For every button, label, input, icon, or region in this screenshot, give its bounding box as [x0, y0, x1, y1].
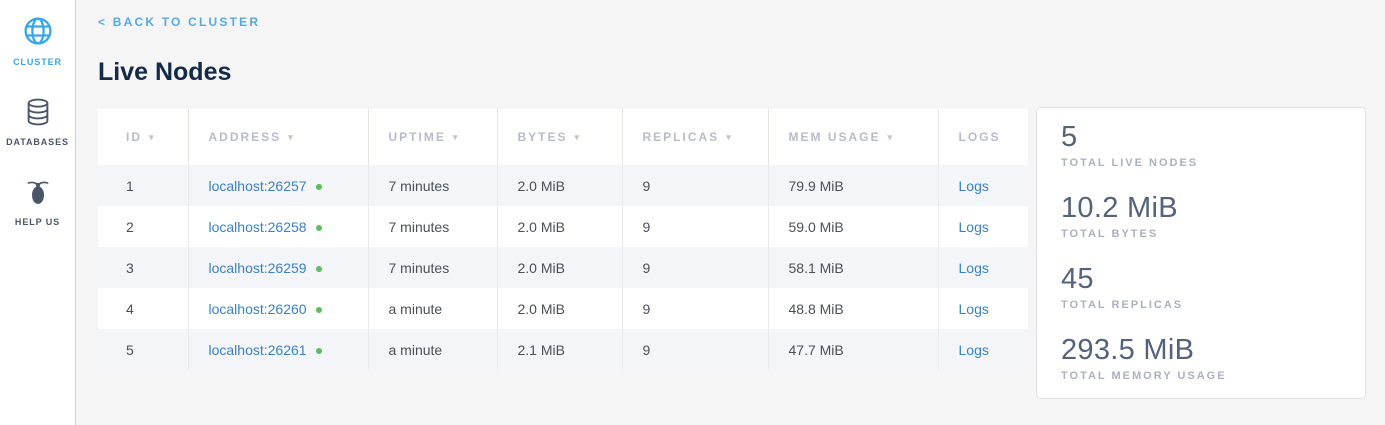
node-address-cell: localhost:26258 [188, 206, 368, 247]
node-address-link[interactable]: localhost:26261 [209, 342, 307, 358]
node-uptime-cell: a minute [368, 288, 497, 329]
node-id-cell: 2 [98, 206, 188, 247]
node-uptime-cell: 7 minutes [368, 206, 497, 247]
node-logs-link[interactable]: Logs [959, 301, 989, 317]
node-logs-cell: Logs [938, 288, 1028, 329]
node-logs-cell: Logs [938, 206, 1028, 247]
stat-label: TOTAL MEMORY USAGE [1061, 370, 1341, 382]
sort-arrow-icon: ▾ [453, 132, 460, 142]
node-logs-link[interactable]: Logs [959, 219, 989, 235]
sort-arrow-icon: ▾ [575, 132, 582, 142]
stat-value: 10.2 MiB [1061, 191, 1341, 225]
stat-total-bytes: 10.2 MiB TOTAL BYTES [1061, 191, 1341, 240]
node-mem-usage-cell: 58.1 MiB [768, 247, 938, 288]
node-replicas-cell: 9 [622, 247, 768, 288]
table-header: ID▾ ADDRESS▾ UPTIME▾ BYTES▾ REPLICAS▾ ME… [98, 109, 1028, 165]
node-bytes-cell: 2.0 MiB [497, 206, 622, 247]
sort-arrow-icon: ▾ [149, 132, 156, 142]
column-header-uptime[interactable]: UPTIME▾ [368, 109, 497, 165]
table-row: 2 localhost:26258 7 minutes 2.0 MiB 9 59… [98, 206, 1028, 247]
table-row: 4 localhost:26260 a minute 2.0 MiB 9 48.… [98, 288, 1028, 329]
node-mem-usage-cell: 79.9 MiB [768, 165, 938, 206]
node-mem-usage-cell: 48.8 MiB [768, 288, 938, 329]
stat-total-memory-usage: 293.5 MiB TOTAL MEMORY USAGE [1061, 333, 1341, 382]
stat-total-replicas: 45 TOTAL REPLICAS [1061, 262, 1341, 311]
node-replicas-cell: 9 [622, 165, 768, 206]
node-bytes-cell: 2.1 MiB [497, 329, 622, 370]
node-live-status-dot [316, 307, 322, 313]
node-logs-cell: Logs [938, 165, 1028, 206]
sidebar-item-label: HELP US [0, 217, 75, 227]
stat-label: TOTAL REPLICAS [1061, 299, 1341, 311]
sidebar-item-databases[interactable]: DATABASES [0, 97, 75, 147]
sidebar: CLUSTER DATABASES [0, 0, 76, 425]
node-logs-link[interactable]: Logs [959, 260, 989, 276]
node-id-cell: 1 [98, 165, 188, 206]
node-uptime-cell: 7 minutes [368, 247, 497, 288]
node-replicas-cell: 9 [622, 206, 768, 247]
content-row: ID▾ ADDRESS▾ UPTIME▾ BYTES▾ REPLICAS▾ ME… [98, 109, 1368, 399]
node-live-status-dot [316, 348, 322, 354]
table-row: 1 localhost:26257 7 minutes 2.0 MiB 9 79… [98, 165, 1028, 206]
cluster-summary-card: 5 TOTAL LIVE NODES 10.2 MiB TOTAL BYTES … [1036, 107, 1366, 399]
node-replicas-cell: 9 [622, 288, 768, 329]
node-bytes-cell: 2.0 MiB [497, 165, 622, 206]
column-header-id[interactable]: ID▾ [98, 109, 188, 165]
node-uptime-cell: 7 minutes [368, 165, 497, 206]
database-stack-icon [0, 97, 75, 132]
table-body: 1 localhost:26257 7 minutes 2.0 MiB 9 79… [98, 165, 1028, 370]
node-address-link[interactable]: localhost:26257 [209, 178, 307, 194]
sort-arrow-icon: ▾ [288, 132, 295, 142]
node-logs-cell: Logs [938, 247, 1028, 288]
node-logs-cell: Logs [938, 329, 1028, 370]
node-live-status-dot [316, 266, 322, 272]
sort-arrow-icon: ▾ [888, 132, 895, 142]
table-row: 5 localhost:26261 a minute 2.1 MiB 9 47.… [98, 329, 1028, 370]
sidebar-item-cluster[interactable]: CLUSTER [0, 15, 75, 67]
column-header-bytes[interactable]: BYTES▾ [497, 109, 622, 165]
stat-value: 5 [1061, 120, 1341, 154]
node-address-cell: localhost:26259 [188, 247, 368, 288]
cockroach-bug-icon [0, 177, 75, 212]
node-id-cell: 5 [98, 329, 188, 370]
node-logs-link[interactable]: Logs [959, 178, 989, 194]
page-title: Live Nodes [98, 58, 1368, 87]
sidebar-item-help-us[interactable]: HELP US [0, 177, 75, 227]
live-nodes-table: ID▾ ADDRESS▾ UPTIME▾ BYTES▾ REPLICAS▾ ME… [98, 109, 1028, 370]
table-row: 3 localhost:26259 7 minutes 2.0 MiB 9 58… [98, 247, 1028, 288]
node-id-cell: 3 [98, 247, 188, 288]
sidebar-item-label: DATABASES [0, 137, 75, 147]
node-address-link[interactable]: localhost:26260 [209, 301, 307, 317]
stat-value: 293.5 MiB [1061, 333, 1341, 367]
stat-value: 45 [1061, 262, 1341, 296]
node-uptime-cell: a minute [368, 329, 497, 370]
node-logs-link[interactable]: Logs [959, 342, 989, 358]
back-to-cluster-link[interactable]: < BACK TO CLUSTER [98, 15, 260, 29]
node-bytes-cell: 2.0 MiB [497, 288, 622, 329]
app-root: CLUSTER DATABASES [0, 0, 1385, 425]
column-header-logs: LOGS [938, 109, 1028, 165]
node-live-status-dot [316, 225, 322, 231]
main-content: < BACK TO CLUSTER Live Nodes ID▾ ADDRESS… [76, 0, 1385, 425]
globe-icon [0, 15, 75, 52]
sort-arrow-icon: ▾ [726, 132, 733, 142]
node-live-status-dot [316, 184, 322, 190]
node-mem-usage-cell: 59.0 MiB [768, 206, 938, 247]
node-bytes-cell: 2.0 MiB [497, 247, 622, 288]
node-replicas-cell: 9 [622, 329, 768, 370]
column-header-mem-usage[interactable]: MEM USAGE▾ [768, 109, 938, 165]
node-address-link[interactable]: localhost:26258 [209, 219, 307, 235]
column-header-replicas[interactable]: REPLICAS▾ [622, 109, 768, 165]
column-header-address[interactable]: ADDRESS▾ [188, 109, 368, 165]
node-address-cell: localhost:26257 [188, 165, 368, 206]
node-id-cell: 4 [98, 288, 188, 329]
node-mem-usage-cell: 47.7 MiB [768, 329, 938, 370]
node-address-link[interactable]: localhost:26259 [209, 260, 307, 276]
stat-label: TOTAL BYTES [1061, 228, 1341, 240]
stat-label: TOTAL LIVE NODES [1061, 157, 1341, 169]
sidebar-item-label: CLUSTER [0, 57, 75, 67]
stat-total-live-nodes: 5 TOTAL LIVE NODES [1061, 120, 1341, 169]
node-address-cell: localhost:26261 [188, 329, 368, 370]
node-address-cell: localhost:26260 [188, 288, 368, 329]
